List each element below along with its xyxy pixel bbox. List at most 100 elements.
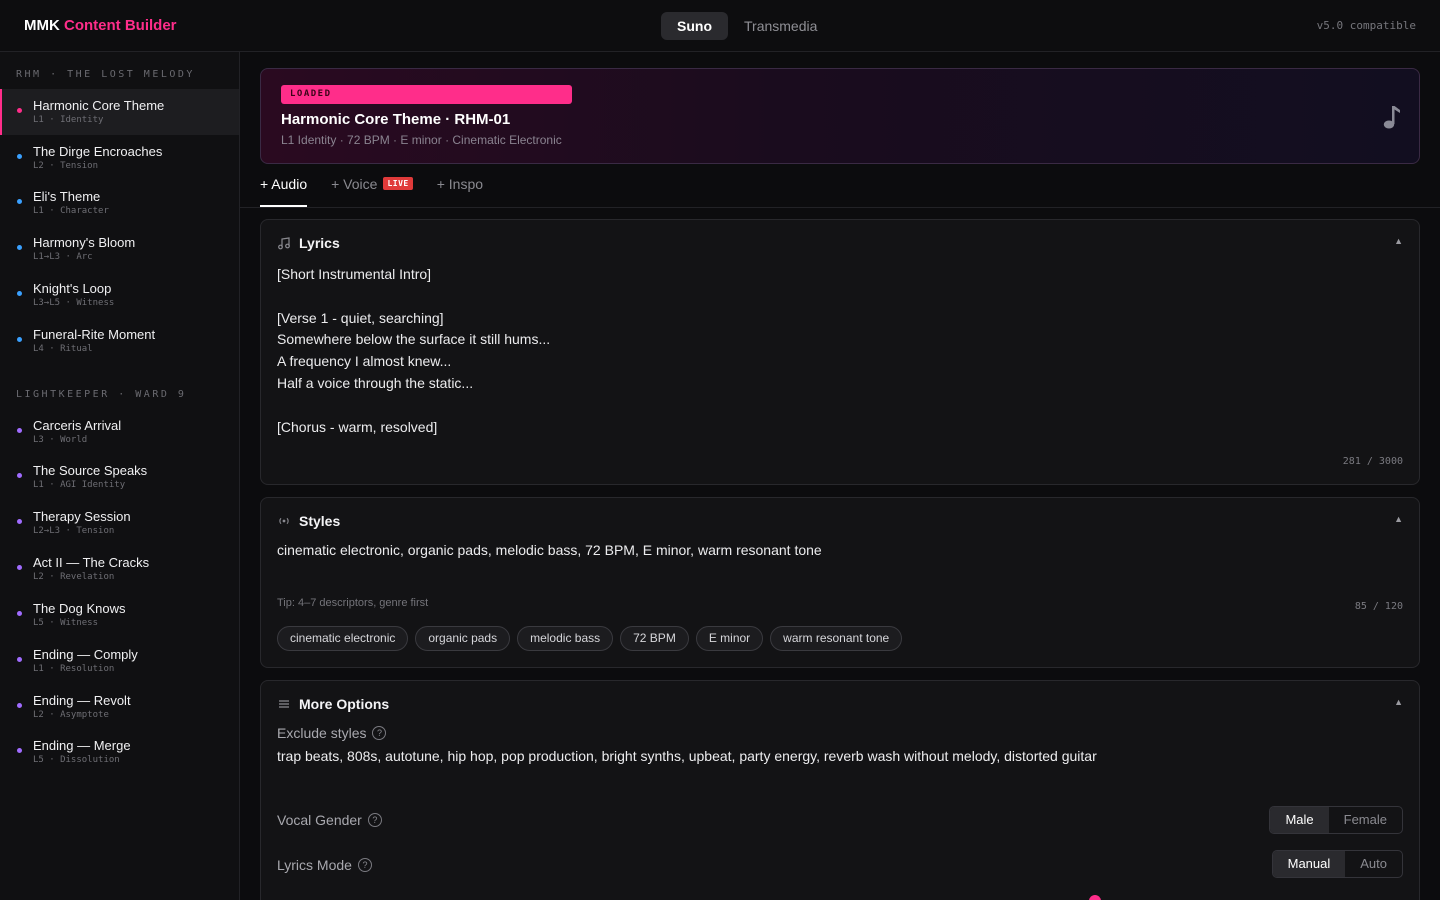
- sidebar: RHM · THE LOST MELODY Harmonic Core Them…: [0, 52, 240, 900]
- panel-title: Styles: [299, 513, 341, 529]
- sidebar-item-title: Harmonic Core Theme: [33, 98, 165, 113]
- sidebar-item-ending-comply[interactable]: Ending — Comply L1 · Resolution: [0, 638, 239, 684]
- banner-subtitle: L1 Identity · 72 BPM · E minor · Cinemat…: [281, 133, 562, 147]
- sidebar-item-knights-loop[interactable]: Knight's Loop L3→L5 · Witness: [0, 272, 239, 318]
- collapse-caret-icon[interactable]: ▲: [1394, 236, 1403, 246]
- vocal-gender-toggle: Male Female: [1269, 806, 1403, 834]
- tab-suno[interactable]: Suno: [661, 12, 728, 40]
- panel-header: Styles: [277, 513, 340, 529]
- tab-transmedia[interactable]: Transmedia: [728, 12, 833, 40]
- panel-title: Lyrics: [299, 235, 340, 251]
- lyrics-mode-auto[interactable]: Auto: [1345, 851, 1402, 877]
- sidebar-item-subtitle: L2 · Tension: [33, 161, 99, 171]
- sidebar-item-title: Eli's Theme: [33, 189, 101, 204]
- sidebar-item-subtitle: L1 · Character: [33, 206, 109, 216]
- slider-handle[interactable]: [1089, 895, 1101, 900]
- sidebar-item-subtitle: L3 · World: [33, 435, 88, 445]
- sidebar-item-carceris-arrival[interactable]: Carceris Arrival L3 · World: [0, 409, 239, 455]
- top-bar: MMK Content Builder Suno Transmedia v5.0…: [0, 0, 1440, 52]
- styles-char-count: 85 / 120: [1354, 601, 1403, 612]
- sidebar-item-subtitle: L1 · AGI Identity: [33, 480, 126, 490]
- content-subtabs: + Audio + Voice LIVE + Inspo: [260, 176, 483, 207]
- sidebar-item-subtitle: L2 · Asymptote: [33, 710, 109, 720]
- sidebar-item-harmonys-bloom[interactable]: Harmony's Bloom L1→L3 · Arc: [0, 226, 239, 272]
- status-dot: [17, 199, 22, 204]
- tab-inspo[interactable]: + Inspo: [437, 176, 483, 207]
- sidebar-item-therapy-session[interactable]: Therapy Session L2→L3 · Tension: [0, 500, 239, 546]
- label-text: Lyrics Mode: [277, 857, 352, 873]
- lyrics-mode-toggle: Manual Auto: [1271, 850, 1403, 878]
- sidebar-section-title: LIGHTKEEPER · WARD 9: [16, 389, 187, 400]
- brand-name: Content Builder: [64, 17, 177, 34]
- sidebar-item-ending-revolt[interactable]: Ending — Revolt L2 · Asymptote: [0, 684, 239, 730]
- panel-title: More Options: [299, 696, 390, 712]
- sidebar-item-title: Ending — Merge: [33, 738, 131, 753]
- lyrics-mode-manual[interactable]: Manual: [1272, 851, 1346, 877]
- sidebar-item-subtitle: L2→L3 · Tension: [33, 526, 115, 536]
- style-chip[interactable]: cinematic electronic: [277, 626, 409, 651]
- version-label: v5.0 compatible: [1316, 19, 1416, 32]
- style-chip[interactable]: melodic bass: [517, 626, 614, 651]
- sidebar-item-subtitle: L5 · Dissolution: [33, 755, 120, 765]
- styles-tip: Tip: 4–7 descriptors, genre first: [277, 597, 429, 609]
- exclude-styles-input[interactable]: trap beats, 808s, autotune, hip hop, pop…: [277, 748, 1097, 764]
- label-text: Vocal Gender: [277, 812, 362, 828]
- sidebar-item-elis-theme[interactable]: Eli's Theme L1 · Character: [0, 180, 239, 226]
- tab-label: + Audio: [260, 176, 308, 192]
- lyrics-textarea[interactable]: [Short Instrumental Intro] [Verse 1 - qu…: [277, 264, 1397, 440]
- music-note-icon: [278, 237, 290, 250]
- loaded-track-banner: LOADED Harmonic Core Theme · RHM-01 L1 I…: [260, 68, 1420, 164]
- status-dot: [17, 154, 22, 159]
- banner-title: Harmonic Core Theme · RHM-01: [281, 111, 511, 128]
- live-badge: LIVE: [383, 177, 413, 190]
- tab-audio[interactable]: + Audio: [260, 176, 308, 207]
- sidebar-item-dirge-encroaches[interactable]: The Dirge Encroaches L2 · Tension: [0, 135, 239, 181]
- sidebar-item-ending-merge[interactable]: Ending — Merge L5 · Dissolution: [0, 729, 239, 775]
- sidebar-item-subtitle: L2 · Revelation: [33, 572, 115, 582]
- status-dot: [17, 245, 22, 250]
- sidebar-item-title: Harmony's Bloom: [33, 235, 136, 250]
- sidebar-item-title: Ending — Comply: [33, 647, 138, 662]
- status-dot: [17, 428, 22, 433]
- status-dot: [17, 108, 22, 113]
- sidebar-item-dog-knows[interactable]: The Dog Knows L5 · Witness: [0, 592, 239, 638]
- music-note-icon: [1383, 106, 1400, 129]
- sidebar-item-funeral-rite-moment[interactable]: Funeral-Rite Moment L4 · Ritual: [0, 318, 239, 364]
- style-chips: cinematic electronic organic pads melodi…: [277, 626, 903, 651]
- collapse-caret-icon[interactable]: ▲: [1394, 697, 1403, 707]
- sidebar-item-harmonic-core-theme[interactable]: Harmonic Core Theme L1 · Identity: [0, 89, 239, 135]
- styles-input[interactable]: cinematic electronic, organic pads, melo…: [277, 542, 822, 558]
- lyrics-char-count: 281 / 3000: [1342, 456, 1403, 467]
- status-dot: [17, 519, 22, 524]
- sidebar-item-subtitle: L3→L5 · Witness: [33, 298, 115, 308]
- status-dot: [17, 657, 22, 662]
- help-icon[interactable]: ?: [367, 813, 382, 827]
- sidebar-item-subtitle: L1 · Identity: [33, 115, 104, 125]
- collapse-caret-icon[interactable]: ▲: [1394, 514, 1403, 524]
- label-text: Exclude styles: [277, 725, 367, 741]
- tab-label: + Voice: [331, 176, 378, 192]
- style-chip[interactable]: E minor: [695, 626, 764, 651]
- tab-voice[interactable]: + Voice LIVE: [331, 176, 413, 207]
- tab-label: + Inspo: [436, 176, 484, 192]
- help-icon[interactable]: ?: [357, 858, 372, 872]
- sidebar-item-title: Funeral-Rite Moment: [33, 327, 156, 342]
- style-chip[interactable]: 72 BPM: [620, 626, 689, 651]
- vocal-gender-male[interactable]: Male: [1270, 807, 1329, 833]
- sidebar-item-title: Act II — The Cracks: [33, 555, 150, 570]
- tabs-divider: [240, 207, 1440, 208]
- sidebar-item-title: Therapy Session: [33, 509, 131, 524]
- style-chip[interactable]: warm resonant tone: [770, 626, 903, 651]
- help-icon[interactable]: ?: [372, 726, 387, 740]
- sidebar-item-subtitle: L5 · Witness: [33, 618, 99, 628]
- vocal-gender-female[interactable]: Female: [1329, 807, 1402, 833]
- exclude-styles-label: Exclude styles ?: [277, 725, 387, 741]
- sidebar-item-title: The Dog Knows: [33, 601, 126, 616]
- sidebar-item-act-ii-the-cracks[interactable]: Act II — The Cracks L2 · Revelation: [0, 546, 239, 592]
- sidebar-item-title: Knight's Loop: [33, 281, 112, 296]
- sidebar-item-title: Carceris Arrival: [33, 418, 122, 433]
- status-dot: [17, 748, 22, 753]
- style-chip[interactable]: organic pads: [415, 626, 511, 651]
- main-content: LOADED Harmonic Core Theme · RHM-01 L1 I…: [240, 52, 1440, 900]
- sidebar-item-source-speaks[interactable]: The Source Speaks L1 · AGI Identity: [0, 454, 239, 500]
